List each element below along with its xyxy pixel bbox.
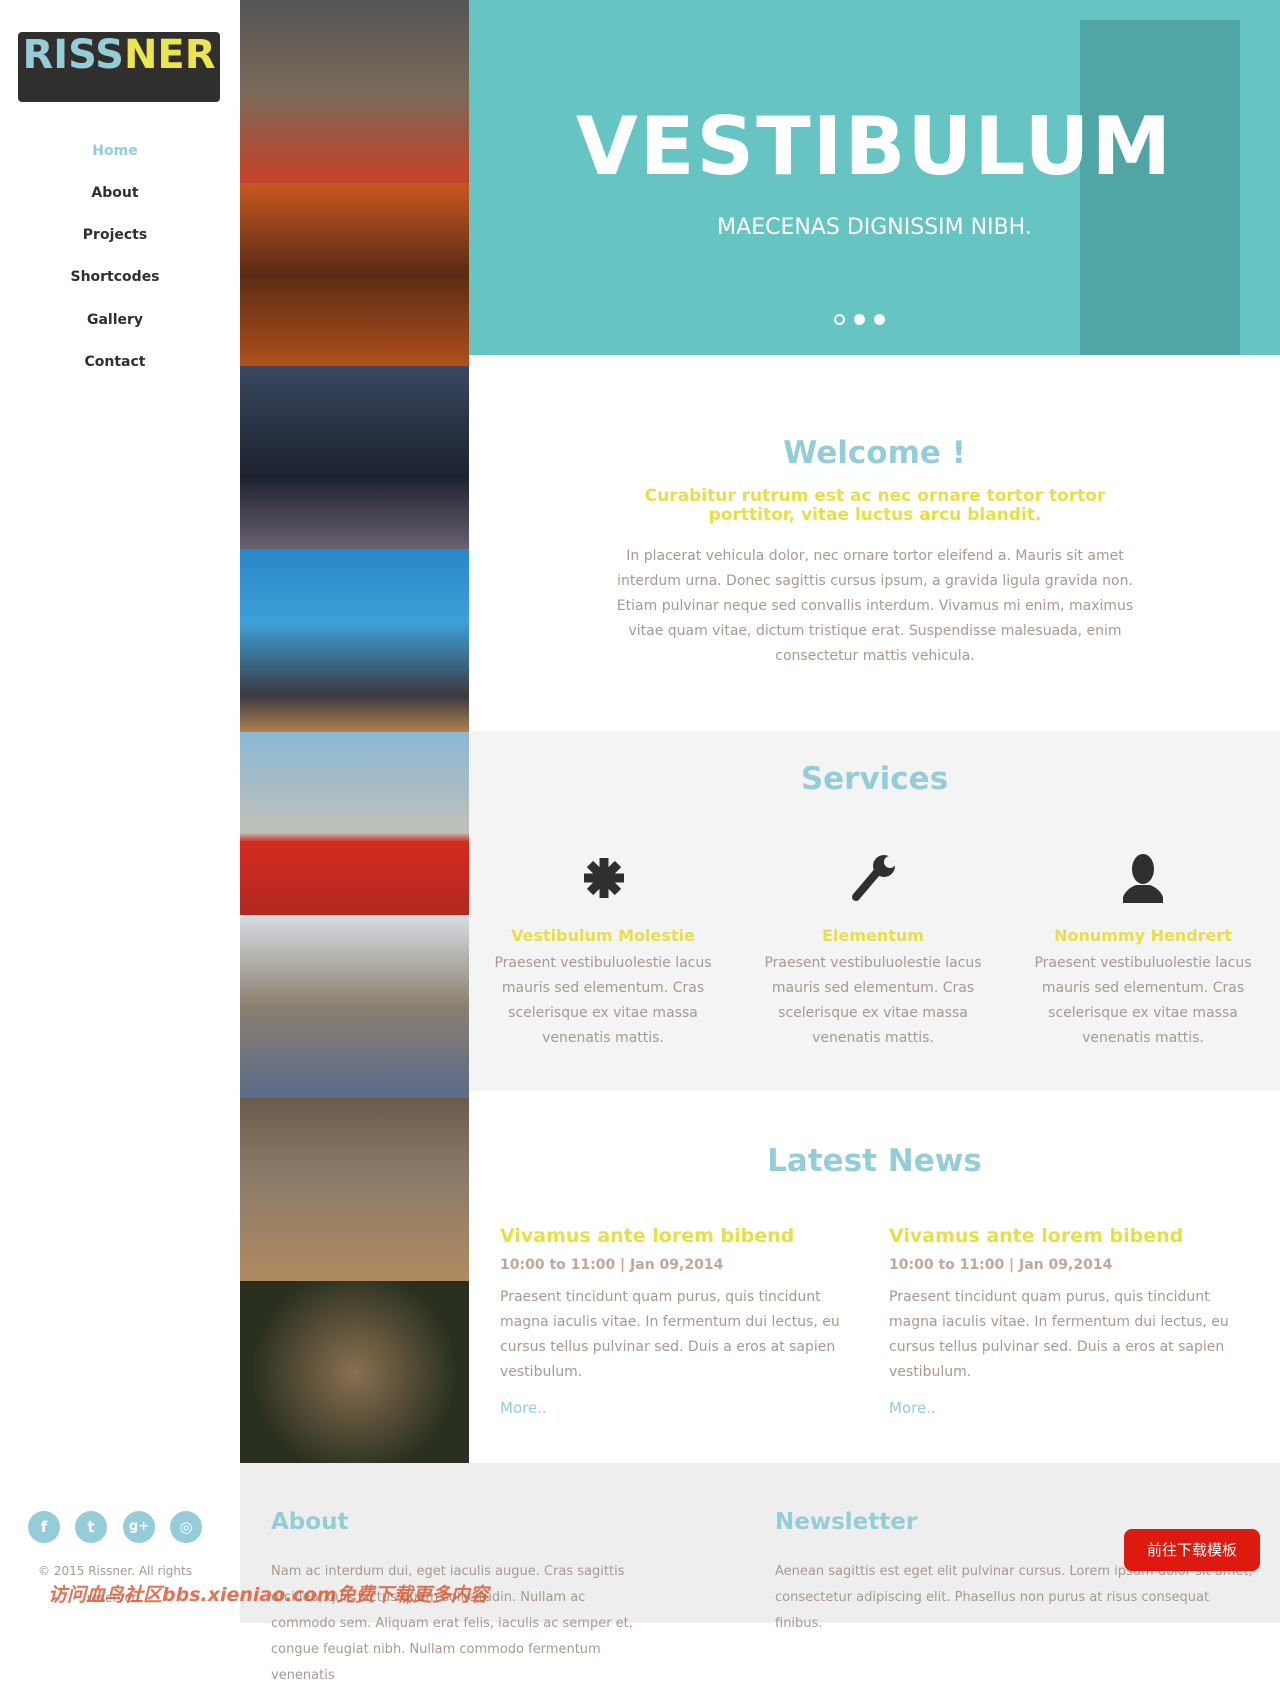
service-text: Praesent vestibuluolestie lacus mauris s… — [1034, 955, 1252, 1046]
nav-contact[interactable]: Contact — [0, 354, 230, 370]
power-plant-image — [240, 366, 469, 549]
welcome-subtitle: Curabitur rutrum est ac nec ornare torto… — [644, 486, 1106, 525]
user-icon — [1118, 853, 1168, 903]
asterisk-icon — [579, 853, 629, 903]
news-item: Vivamus ante lorem bibend 10:00 to 11:00 … — [889, 1225, 1249, 1417]
news-heading[interactable]: Vivamus ante lorem bibend — [889, 1225, 1249, 1247]
watermark: 访问血鸟社区bbs.xieniao.com免费下载更多内容 — [48, 1584, 489, 1606]
nav-about[interactable]: About — [0, 185, 230, 201]
newsletter-title: Newsletter — [775, 1509, 918, 1535]
worker-image — [240, 0, 469, 183]
hero-slider: VESTIBULUM MAECENAS DIGNISSIM NIBH. — [469, 0, 1280, 355]
service-title: Nonummy Hendrert — [1054, 926, 1232, 945]
sidebar: RISSNER Home About Projects Shortcodes G… — [0, 0, 240, 1623]
google-plus-icon[interactable]: g+ — [123, 1511, 155, 1543]
service-1: Vestibulum Molestie Praesent vestibuluole… — [488, 926, 718, 1051]
twitter-icon[interactable]: t — [75, 1511, 107, 1543]
chain-worker-image — [240, 732, 469, 915]
image-column — [240, 0, 469, 1464]
wrench-icon — [848, 853, 898, 903]
facebook-icon[interactable]: f — [28, 1511, 60, 1543]
news-title: Latest News — [767, 1143, 982, 1179]
services-title: Services — [800, 761, 949, 797]
footer-about-title: About — [271, 1509, 349, 1535]
news-text: Praesent tincidunt quam purus, quis tinc… — [889, 1289, 1229, 1380]
service-title: Vestibulum Molestie — [511, 926, 695, 945]
more-link[interactable]: More.. — [500, 1399, 860, 1417]
news-text: Praesent tincidunt quam purus, quis tinc… — [500, 1289, 840, 1380]
footer-about-text: Nam ac interdum dui, eget iaculis augue.… — [271, 1564, 633, 1683]
crane-image — [240, 549, 469, 732]
slide-dot-2[interactable] — [854, 314, 865, 325]
nav-home[interactable]: Home — [0, 143, 230, 159]
grinder-image — [240, 1098, 469, 1281]
hero-subtitle: MAECENAS DIGNISSIM NIBH. — [717, 215, 1032, 240]
more-link[interactable]: More.. — [889, 1399, 1249, 1417]
nav-projects[interactable]: Projects — [0, 227, 230, 243]
welcome-title: Welcome ! — [783, 435, 966, 471]
logo[interactable]: RISSNER — [18, 32, 220, 102]
instagram-icon[interactable]: ◎ — [170, 1511, 202, 1543]
nav-shortcodes[interactable]: Shortcodes — [0, 269, 230, 285]
hero-title: VESTIBULUM — [575, 100, 1174, 193]
service-text: Praesent vestibuluolestie lacus mauris s… — [494, 955, 712, 1046]
service-2: Elementum Praesent vestibuluolestie lacus… — [758, 926, 988, 1051]
nav-gallery[interactable]: Gallery — [0, 312, 230, 328]
refinery-night-image — [240, 183, 469, 366]
download-template-button[interactable]: 前往下载模板 — [1124, 1529, 1260, 1571]
slide-dot-3[interactable] — [874, 314, 885, 325]
service-text: Praesent vestibuluolestie lacus mauris s… — [764, 955, 982, 1046]
news-heading[interactable]: Vivamus ante lorem bibend — [500, 1225, 860, 1247]
service-3: Nonummy Hendrert Praesent vestibuluolesti… — [1028, 926, 1258, 1051]
news-meta: 10:00 to 11:00 | Jan 09,2014 — [889, 1257, 1113, 1273]
tools-image — [240, 1281, 469, 1464]
news-meta: 10:00 to 11:00 | Jan 09,2014 — [500, 1257, 724, 1273]
welcome-text: In placerat vehicula dolor, nec ornare t… — [616, 548, 1134, 664]
logo-part2: NER — [123, 32, 216, 78]
service-title: Elementum — [822, 926, 924, 945]
slide-dot-1[interactable] — [834, 314, 845, 325]
news-item: Vivamus ante lorem bibend 10:00 to 11:00 … — [500, 1225, 860, 1417]
workers-image — [240, 915, 469, 1098]
logo-part1: RISS — [22, 32, 124, 78]
